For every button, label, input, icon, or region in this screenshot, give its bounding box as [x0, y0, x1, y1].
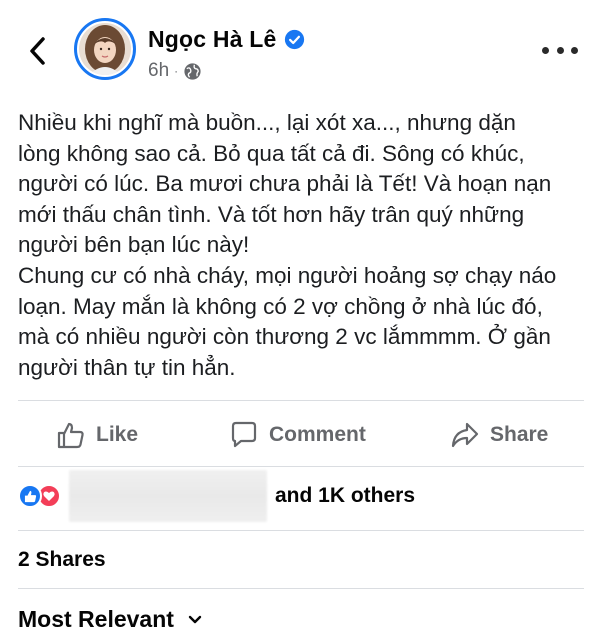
chevron-left-icon	[30, 37, 45, 65]
verified-badge-icon	[284, 29, 304, 50]
post-text-line: người bên bạn lúc này!	[18, 232, 250, 258]
divider	[18, 400, 584, 401]
post-text-line: mà có nhiều người còn thương 2 vc lắmmmm…	[18, 324, 551, 350]
shares-count[interactable]: 2 Shares	[18, 548, 106, 572]
back-button[interactable]	[22, 34, 52, 68]
share-button[interactable]: Share	[450, 412, 548, 458]
author-name[interactable]: Ngọc Hà Lê	[148, 26, 277, 53]
post-text-line: mới thấu chân tình. Và tốt hơn hãy trân …	[18, 201, 525, 227]
divider	[18, 466, 584, 467]
globe-icon	[184, 62, 201, 80]
reactions-summary[interactable]: and 1K others	[18, 470, 415, 522]
post-text-line: người thân tự tin hẳn.	[18, 354, 236, 380]
profile-photo	[79, 23, 131, 75]
post-text-line: loạn. May mắn là không có 2 vợ chồng ở n…	[18, 293, 543, 319]
like-label: Like	[96, 423, 139, 446]
divider	[18, 530, 584, 531]
like-button[interactable]: Like	[56, 412, 138, 458]
share-label: Share	[490, 423, 549, 446]
post-body: Nhiều khi nghĩ mà buồn..., lại xót xa...…	[18, 108, 588, 383]
post-text-line: lòng không sao cả. Bỏ qua tất cả đi. Sôn…	[18, 140, 525, 166]
post-meta: 6h ·	[148, 60, 202, 82]
comments-filter-label: Most Relevant	[18, 606, 174, 632]
divider	[18, 588, 584, 589]
more-dot-icon	[556, 46, 564, 54]
more-dot-icon	[571, 46, 578, 54]
more-dot-icon	[542, 46, 549, 54]
chevron-down-icon	[188, 615, 202, 623]
post-actions: Like Comment Share	[0, 412, 600, 458]
comment-icon	[231, 421, 257, 448]
like-reaction-icon	[18, 484, 42, 508]
redacted-names	[69, 470, 267, 522]
post-timestamp[interactable]: 6h	[148, 60, 169, 82]
comment-label: Comment	[269, 423, 366, 446]
share-arrow-icon	[451, 422, 479, 448]
post-text-line: người có lúc. Ba mươi chưa phải là Tết! …	[18, 171, 552, 197]
post-header: Ngọc Hà Lê 6h ·	[0, 0, 600, 100]
post-text-line: Nhiều khi nghĩ mà buồn..., lại xót xa...…	[18, 110, 516, 135]
comment-button[interactable]: Comment	[229, 412, 366, 458]
thumbs-up-icon	[57, 422, 84, 449]
meta-separator: ·	[174, 64, 179, 78]
comments-filter-dropdown[interactable]: Most Relevant	[18, 606, 202, 633]
reaction-count[interactable]: and 1K others	[275, 484, 415, 508]
avatar[interactable]	[74, 18, 136, 80]
author-row: Ngọc Hà Lê	[148, 26, 305, 53]
post-text-line: Chung cư có nhà cháy, mọi người hoảng sợ…	[18, 262, 557, 288]
more-options-button[interactable]	[542, 40, 578, 60]
